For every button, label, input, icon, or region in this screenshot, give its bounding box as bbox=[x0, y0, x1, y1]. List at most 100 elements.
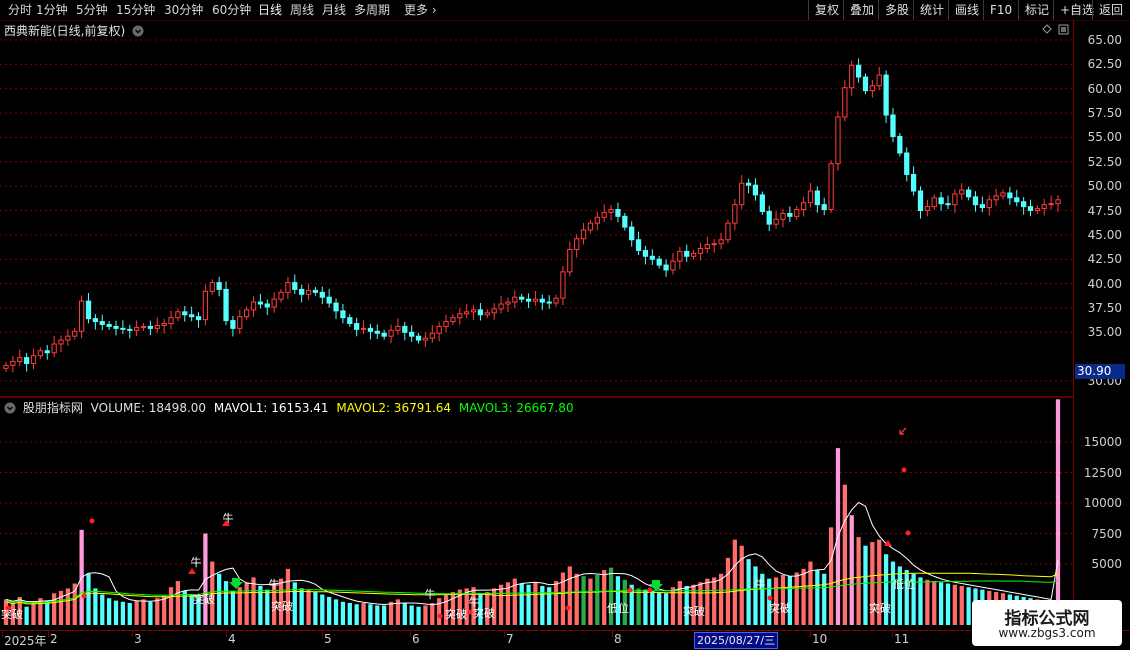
candle bbox=[869, 80, 875, 98]
signal-dot bbox=[901, 467, 907, 473]
volume-bar bbox=[45, 600, 50, 625]
candle bbox=[711, 239, 717, 253]
candle bbox=[65, 329, 71, 346]
candle bbox=[601, 204, 607, 222]
candle bbox=[759, 191, 765, 215]
signal-dot bbox=[627, 587, 633, 593]
volume-bar bbox=[340, 601, 346, 625]
volume-bar bbox=[519, 583, 524, 625]
candle bbox=[1048, 195, 1054, 210]
marker-label-5: 牛 bbox=[755, 577, 766, 591]
candle bbox=[910, 166, 917, 196]
volume-bar bbox=[430, 603, 435, 625]
candle bbox=[264, 299, 270, 316]
signal-dot bbox=[437, 613, 443, 619]
candle bbox=[904, 147, 910, 182]
volume-bar bbox=[313, 592, 318, 625]
candle bbox=[794, 206, 800, 220]
volume-bar bbox=[897, 566, 902, 625]
candle bbox=[697, 242, 704, 261]
volume-bar bbox=[553, 581, 559, 625]
volume-bar bbox=[162, 595, 167, 625]
signal-dot bbox=[565, 605, 571, 611]
candle bbox=[292, 274, 298, 294]
down-left-arrow-icon bbox=[899, 427, 907, 435]
candle bbox=[594, 211, 600, 231]
volume-bar bbox=[251, 577, 256, 625]
candle bbox=[931, 194, 937, 211]
marker-label-11: 突破 bbox=[683, 604, 705, 618]
candle bbox=[505, 297, 511, 313]
marker-label-7: 突破 bbox=[193, 592, 215, 606]
date-label: 5 bbox=[324, 632, 332, 646]
candle bbox=[519, 293, 525, 303]
volume-bar bbox=[93, 588, 98, 625]
volume-bar bbox=[292, 582, 297, 625]
volume-bar bbox=[306, 589, 311, 625]
volume-bar bbox=[498, 584, 504, 625]
volume-bar bbox=[327, 596, 332, 625]
candle bbox=[154, 317, 160, 333]
volume-bar bbox=[698, 582, 703, 625]
candle bbox=[670, 253, 676, 275]
volume-bar bbox=[574, 573, 579, 625]
marker-label-14: 低位 bbox=[893, 577, 915, 591]
volume-bar bbox=[31, 601, 36, 625]
marker-label-10: 突破 bbox=[473, 606, 495, 620]
candle bbox=[168, 310, 174, 330]
candle bbox=[663, 259, 669, 277]
candle bbox=[409, 325, 415, 342]
candle bbox=[642, 245, 649, 265]
volume-bar bbox=[753, 566, 758, 625]
marker-label-9: 突破 bbox=[445, 607, 467, 621]
candle bbox=[574, 234, 580, 258]
volume-bar bbox=[168, 587, 174, 625]
candle bbox=[477, 302, 484, 321]
date-label: 11 bbox=[894, 632, 910, 646]
volume-bar bbox=[155, 598, 160, 625]
volume-bar bbox=[24, 606, 29, 625]
candle bbox=[17, 349, 23, 367]
volume-bar bbox=[120, 601, 126, 625]
volume-bar bbox=[643, 589, 648, 625]
candle bbox=[979, 196, 985, 213]
date-tick bbox=[2, 631, 3, 637]
volume-bar bbox=[938, 582, 944, 625]
cursor-date-label: 2025/08/27/三 bbox=[694, 632, 779, 649]
volume-bar bbox=[375, 605, 380, 625]
candle bbox=[498, 295, 504, 314]
volume-bar bbox=[966, 587, 971, 625]
volume-bar bbox=[258, 585, 263, 625]
candle bbox=[883, 70, 889, 124]
volume-bar bbox=[402, 603, 407, 625]
marker-label-2: 牛 bbox=[269, 577, 280, 591]
candle bbox=[237, 309, 243, 335]
candle bbox=[986, 195, 992, 216]
candle bbox=[189, 306, 195, 322]
volume-bar bbox=[320, 594, 325, 625]
candle bbox=[367, 323, 374, 340]
candle bbox=[766, 205, 772, 232]
chart-canvas[interactable]: 牛牛牛牛牛牛突破突破突破突破 突破 突破 突破 突破低位低位 bbox=[0, 0, 1130, 650]
candle bbox=[457, 308, 463, 325]
volume-bar bbox=[780, 574, 786, 625]
candle bbox=[429, 325, 435, 343]
candle bbox=[450, 314, 456, 325]
candle bbox=[959, 183, 965, 200]
volume-bar bbox=[732, 539, 737, 625]
candle bbox=[952, 189, 958, 213]
date-tick bbox=[810, 631, 811, 637]
volume-bar bbox=[787, 576, 792, 625]
candle bbox=[732, 198, 738, 231]
volume-bar bbox=[100, 594, 105, 625]
candle bbox=[855, 58, 862, 83]
volume-bar bbox=[361, 603, 366, 625]
candle bbox=[230, 316, 236, 337]
candle bbox=[161, 318, 167, 334]
candle bbox=[113, 320, 119, 336]
candle bbox=[58, 335, 64, 353]
watermark-logo: 指标公式网 www.zbgs3.com bbox=[972, 600, 1122, 646]
candle bbox=[587, 219, 594, 234]
volume-bar bbox=[141, 599, 146, 625]
candle bbox=[780, 208, 786, 228]
